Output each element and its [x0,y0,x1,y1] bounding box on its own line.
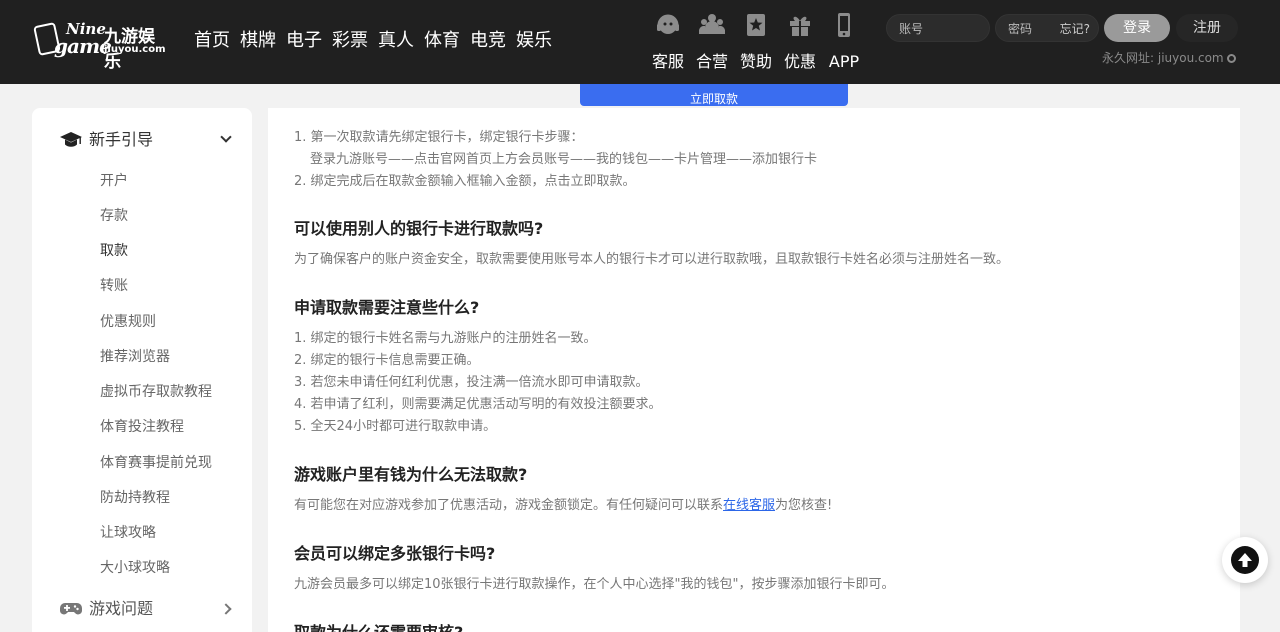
withdraw-step-1: 1. 第一次取款请先绑定银行卡，绑定银行卡步骤： [294,130,584,145]
chevron-down-icon [220,131,232,143]
permanent-url: 永久网址: jiuyou.com [1102,49,1236,66]
faq-question-locked-funds: 游戏账户里有钱为什么无法取款? [294,465,528,484]
sidebar-item-deposit[interactable]: 存款 [100,206,128,226]
forgot-password-link[interactable]: 忘记? [1060,15,1090,43]
service-app-label: APP [828,52,860,71]
password-input[interactable]: 密码 [1008,15,1032,43]
service-sponsor-label: 赞助 [739,52,772,71]
mobile-phone-icon [838,13,850,37]
service-app[interactable]: APP [821,12,867,72]
nav-lottery[interactable]: 彩票 [332,28,368,54]
help-sidebar: 新手引导 开户 存款 取款 转账 优惠规则 推荐浏览器 虚拟币存取款教程 体育投… [32,108,252,632]
sponsor-badge-icon [747,14,765,36]
faq-answer-notes-2: 2. 绑定的银行卡信息需要正确。 [294,353,480,368]
gift-icon [790,16,810,36]
faq-question-review: 取款为什么还需要审核? [294,622,463,632]
sidebar-item-promo-rules[interactable]: 优惠规则 [100,312,156,332]
arrow-up-icon [1231,546,1259,574]
nav-home[interactable]: 首页 [194,28,230,54]
service-partner-label: 合营 [695,52,728,71]
faq-answer-locked-funds-text: 有可能您在对应游戏参加了优惠活动，游戏金额锁定。有任何疑问可以联系 [294,498,724,513]
sidebar-group-guide-label: 新手引导 [89,130,154,149]
sidebar-item-transfer[interactable]: 转账 [100,276,128,296]
chevron-right-icon [220,603,232,615]
sidebar-item-open-account[interactable]: 开户 [100,171,128,191]
faq-answer-locked-funds: 有可能您在对应游戏参加了优惠活动，游戏金额锁定。有任何疑问可以联系在线客服为您核… [294,496,832,516]
logo-domain: jiuyou.com [104,44,166,55]
gamepad-icon [60,603,82,615]
nav-esports[interactable]: 电竞 [470,28,506,54]
sidebar-group-game-label: 游戏问题 [89,599,154,618]
sidebar-item-browser[interactable]: 推荐浏览器 [100,347,170,367]
faq-answer-notes-5: 5. 全天24小时都可进行取款申请。 [294,419,497,434]
sidebar-item-anti-hijack[interactable]: 防劫持教程 [100,488,170,508]
faq-content: 1. 第一次取款请先绑定银行卡，绑定银行卡步骤： 登录九游账号——点击官网首页上… [268,108,1240,632]
service-promo-label: 优惠 [783,52,816,71]
nav-slots[interactable]: 电子 [286,28,322,54]
faq-answer-others-card: 为了确保客户的账户资金安全，取款需要使用账号本人的银行卡才可以进行取款哦，且取款… [294,252,1010,267]
sidebar-item-cash-out[interactable]: 体育赛事提前兑现 [100,453,212,473]
site-logo[interactable]: Nine game 九游娱乐 jiuyou.com [33,20,170,72]
top-header: Nine game 九游娱乐 jiuyou.com 首页 棋牌 电子 彩票 真人… [0,0,1280,84]
faq-question-multiple-cards: 会员可以绑定多张银行卡吗? [294,544,496,563]
nav-entertainment[interactable]: 娱乐 [516,28,552,54]
faq-answer-notes-1: 1. 绑定的银行卡姓名需与九游账户的注册姓名一致。 [294,331,597,346]
service-customer-label: 客服 [651,52,684,71]
sidebar-item-sports-betting[interactable]: 体育投注教程 [100,417,184,437]
main-nav: 首页 棋牌 电子 彩票 真人 体育 电竞 娱乐 [194,28,562,54]
sidebar-item-over-under[interactable]: 大小球攻略 [100,558,170,578]
sidebar-item-handicap[interactable]: 让球攻略 [100,523,156,543]
sidebar-group-game[interactable]: 游戏问题 [60,597,232,621]
account-input[interactable]: 账号 [886,14,990,42]
faq-answer-notes-3: 3. 若您未申请任何红利优惠，投注满一倍流水即可申请取款。 [294,375,649,390]
nav-live[interactable]: 真人 [378,28,414,54]
permanent-url-text: 永久网址: jiuyou.com [1102,51,1224,65]
search-icon [1226,54,1236,63]
graduation-cap-icon [60,132,82,147]
faq-answer-multiple-cards: 九游会员最多可以绑定10张银行卡进行取款操作，在个人中心选择"我的钱包"，按步骤… [294,577,895,592]
service-sponsor[interactable]: 赞助 [733,12,779,72]
online-support-link[interactable]: 在线客服 [723,498,775,513]
faq-answer-locked-funds-tail: 为您核查! [775,498,833,513]
withdraw-now-button[interactable]: 立即取款 [580,84,848,106]
password-group: 密码 忘记? [995,14,1099,42]
faq-question-others-card: 可以使用别人的银行卡进行取款吗? [294,219,544,238]
nav-chess[interactable]: 棋牌 [240,28,276,54]
faq-answer-notes-4: 4. 若申请了红利，则需要满足优惠活动写明的有效投注额要求。 [294,397,662,412]
withdraw-step-1-detail: 登录九游账号——点击官网首页上方会员账号——我的钱包——卡片管理——添加银行卡 [310,152,818,167]
register-button[interactable]: 注册 [1176,14,1238,42]
service-promo[interactable]: 优惠 [777,12,823,72]
service-customer[interactable]: 客服 [645,12,691,72]
back-to-top-button[interactable] [1222,537,1268,583]
sidebar-item-crypto-tutorial[interactable]: 虚拟币存取款教程 [100,382,212,402]
sidebar-group-guide[interactable]: 新手引导 [60,128,232,152]
nav-sports[interactable]: 体育 [424,28,460,54]
withdraw-step-2: 2. 绑定完成后在取款金额输入框输入金额，点击立即取款。 [294,174,636,189]
service-partner[interactable]: 合营 [689,12,735,72]
faq-question-notes: 申请取款需要注意些什么? [294,298,480,317]
login-button[interactable]: 登录 [1104,14,1170,42]
sidebar-item-withdraw[interactable]: 取款 [100,241,128,261]
logo-game: game [54,34,112,58]
headset-icon [657,14,679,34]
partners-icon [699,14,725,34]
